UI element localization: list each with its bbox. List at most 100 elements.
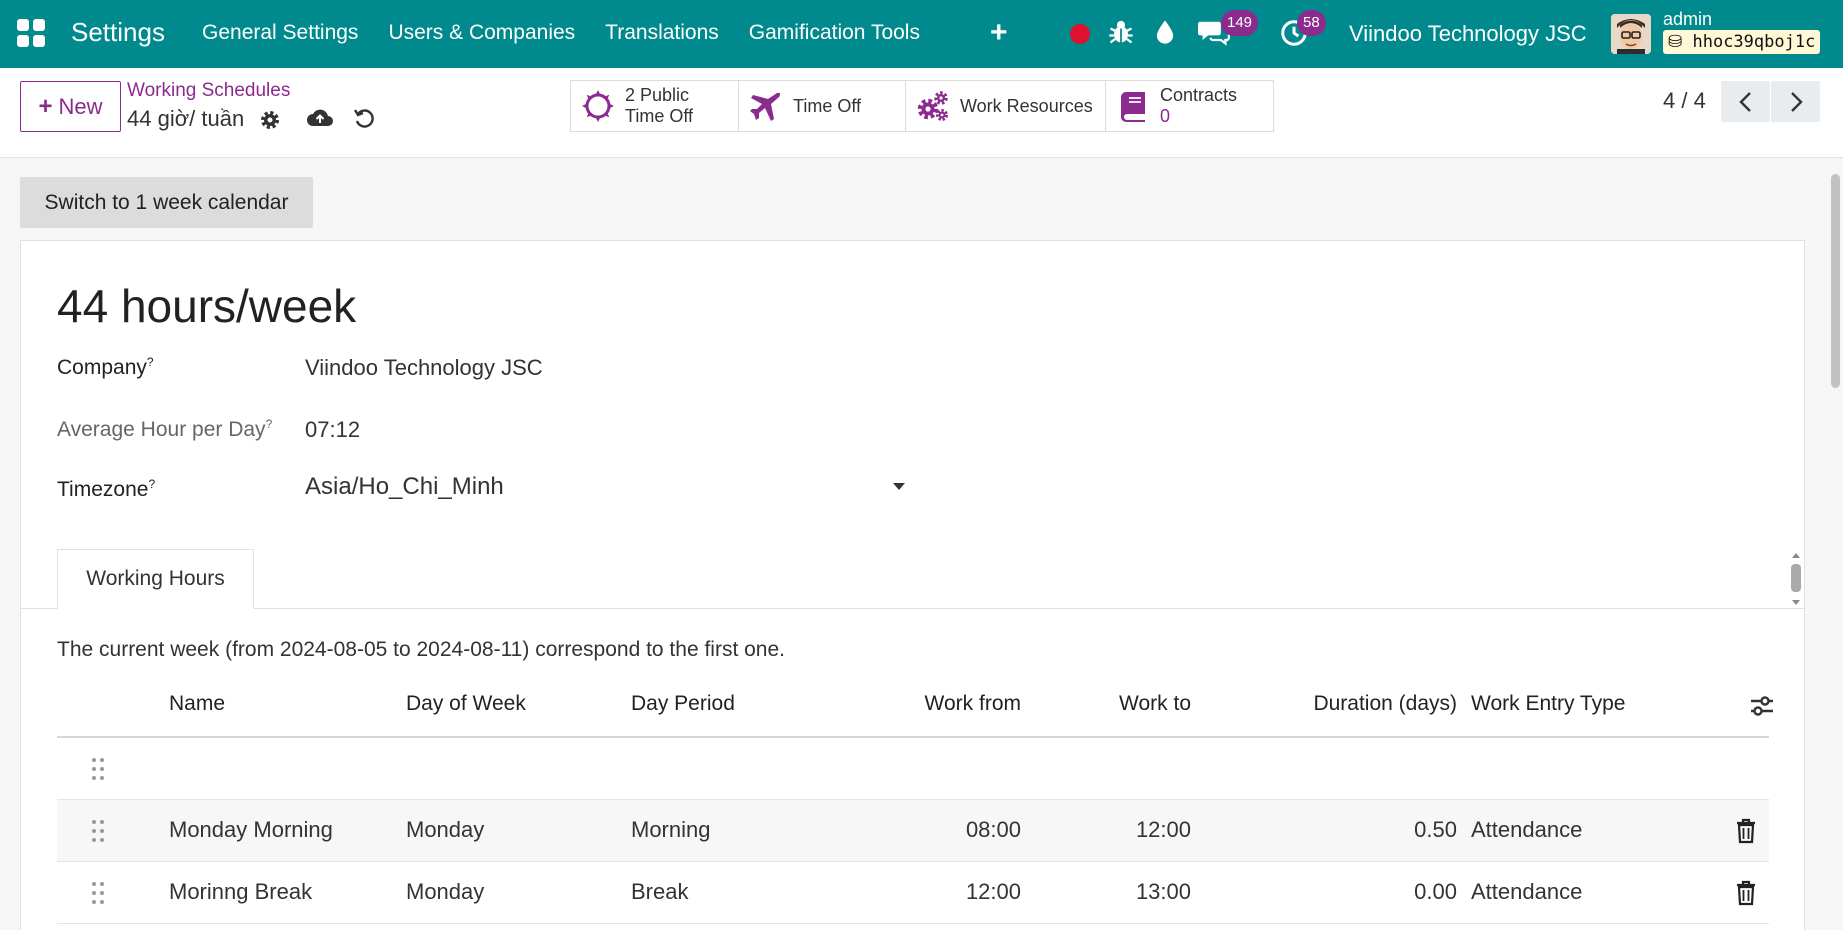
app-title[interactable]: Settings bbox=[71, 17, 165, 48]
add-menu-icon[interactable]: + bbox=[990, 16, 1008, 50]
company-label: Company? bbox=[57, 355, 154, 380]
form-sheet: 44 hours/week Company? Viindoo Technolog… bbox=[20, 240, 1805, 930]
pager-next-button[interactable] bbox=[1771, 81, 1820, 122]
trash-icon[interactable] bbox=[1735, 880, 1757, 906]
record-name: 44 giờ/ tuần bbox=[127, 106, 245, 131]
drop-icon[interactable] bbox=[1151, 18, 1179, 46]
switch-week-calendar-button[interactable]: Switch to 1 week calendar bbox=[20, 177, 313, 228]
menu-gamification-tools[interactable]: Gamification Tools bbox=[749, 21, 920, 45]
tab-scrollbar[interactable] bbox=[1789, 551, 1803, 607]
bug-icon[interactable] bbox=[1107, 18, 1135, 46]
apps-grid-icon[interactable] bbox=[17, 19, 45, 47]
contracts-label: Contracts bbox=[1160, 85, 1238, 105]
plus-icon: + bbox=[38, 92, 53, 120]
header-duration[interactable]: Duration (days) bbox=[1257, 692, 1457, 716]
help-tooltip-icon[interactable]: ? bbox=[148, 477, 155, 491]
database-icon: ⛁ bbox=[1668, 32, 1693, 52]
cell-day-of-week[interactable]: Monday bbox=[406, 879, 484, 905]
new-button-label: New bbox=[58, 93, 103, 119]
page-scrollbar-thumb[interactable] bbox=[1831, 174, 1840, 388]
cell-day-period[interactable]: Break bbox=[631, 879, 688, 905]
cell-day-period[interactable]: Morning bbox=[631, 817, 710, 843]
public-time-off-line1: 2 Public bbox=[625, 85, 690, 105]
header-day-period[interactable]: Day Period bbox=[631, 692, 735, 716]
database-name: hhoc39qboj1c bbox=[1692, 32, 1816, 52]
timezone-label-text: Timezone bbox=[57, 478, 149, 501]
cloud-upload-icon[interactable] bbox=[306, 104, 334, 132]
table-row[interactable]: Monday Morning Monday Morning 08:00 12:0… bbox=[57, 800, 1769, 862]
new-button[interactable]: + New bbox=[20, 81, 121, 132]
work-resources-button[interactable]: Work Resources bbox=[906, 81, 1106, 131]
control-panel: + New Working Schedules 44 giờ/ tuần 2 Pu… bbox=[0, 68, 1843, 158]
contracts-count: 0 bbox=[1160, 106, 1171, 126]
average-hour-label-text: Average Hour per Day bbox=[57, 418, 266, 441]
book-icon bbox=[1121, 92, 1145, 122]
help-tooltip-icon[interactable]: ? bbox=[266, 417, 273, 431]
discard-undo-icon[interactable] bbox=[352, 106, 376, 130]
time-off-label: Time Off bbox=[793, 95, 862, 116]
drag-handle-icon[interactable] bbox=[91, 819, 105, 843]
user-avatar[interactable] bbox=[1611, 14, 1651, 54]
caret-down-icon bbox=[893, 483, 905, 490]
user-name[interactable]: admin bbox=[1663, 9, 1712, 30]
gears-icon bbox=[917, 91, 948, 121]
tabs-border bbox=[21, 608, 1804, 609]
recording-dot-icon[interactable] bbox=[1070, 24, 1090, 44]
header-name[interactable]: Name bbox=[169, 692, 225, 716]
column-settings-icon[interactable] bbox=[1749, 693, 1775, 719]
working-hours-table: Name Day of Week Day Period Work from Wo… bbox=[57, 678, 1773, 924]
timezone-value: Asia/Ho_Chi_Minh bbox=[305, 473, 504, 500]
smart-buttons: 2 Public Time Off Time Off Work Resources bbox=[570, 80, 1274, 132]
table-header: Name Day of Week Day Period Work from Wo… bbox=[57, 678, 1773, 738]
activities-badge: 58 bbox=[1297, 10, 1326, 36]
header-work-to[interactable]: Work to bbox=[991, 692, 1191, 716]
public-time-off-line2: Time Off bbox=[625, 106, 694, 126]
menu-general-settings[interactable]: General Settings bbox=[202, 21, 358, 45]
company-switcher[interactable]: Viindoo Technology JSC bbox=[1349, 21, 1587, 47]
drag-handle-icon[interactable] bbox=[91, 757, 105, 781]
header-work-entry-type[interactable]: Work Entry Type bbox=[1471, 692, 1625, 716]
cell-name[interactable]: Morinng Break bbox=[169, 879, 312, 905]
company-field[interactable]: Viindoo Technology JSC bbox=[305, 355, 543, 381]
main-menu: General Settings Users & Companies Trans… bbox=[202, 21, 950, 45]
timezone-label: Timezone? bbox=[57, 477, 155, 502]
work-resources-label: Work Resources bbox=[960, 95, 1093, 116]
menu-users-companies[interactable]: Users & Companies bbox=[388, 21, 575, 45]
header-day-of-week[interactable]: Day of Week bbox=[406, 692, 526, 716]
avatar-face-icon bbox=[1611, 14, 1651, 54]
table-row[interactable]: Morinng Break Monday Break 12:00 13:00 0… bbox=[57, 862, 1769, 924]
schedule-title[interactable]: 44 hours/week bbox=[57, 279, 356, 333]
top-navbar: Settings General Settings Users & Compan… bbox=[0, 0, 1843, 68]
chevron-left-icon bbox=[1738, 91, 1751, 112]
cell-work-to[interactable]: 12:00 bbox=[991, 817, 1191, 843]
pager-previous-button[interactable] bbox=[1721, 81, 1770, 122]
cell-day-of-week[interactable]: Monday bbox=[406, 817, 484, 843]
public-time-off-button[interactable]: 2 Public Time Off bbox=[571, 81, 739, 131]
tab-working-hours[interactable]: Working Hours bbox=[57, 549, 254, 609]
time-off-button[interactable]: Time Off bbox=[739, 81, 906, 131]
breadcrumb-working-schedules[interactable]: Working Schedules bbox=[127, 80, 290, 102]
company-label-text: Company bbox=[57, 356, 147, 379]
plane-icon bbox=[750, 92, 781, 121]
cell-work-to[interactable]: 13:00 bbox=[991, 879, 1191, 905]
week-note: The current week (from 2024-08-05 to 202… bbox=[57, 638, 785, 661]
database-tag: ⛁ hhoc39qboj1c bbox=[1663, 30, 1821, 54]
cell-work-entry-type[interactable]: Attendance bbox=[1471, 817, 1582, 843]
drag-handle-icon[interactable] bbox=[91, 881, 105, 905]
trash-icon[interactable] bbox=[1735, 818, 1757, 844]
cell-duration[interactable]: 0.50 bbox=[1257, 817, 1457, 843]
gear-icon[interactable] bbox=[258, 108, 282, 132]
sun-icon bbox=[582, 90, 614, 122]
contracts-button[interactable]: Contracts 0 bbox=[1106, 81, 1273, 131]
chevron-right-icon bbox=[1790, 91, 1803, 112]
average-hour-label: Average Hour per Day? bbox=[57, 417, 272, 442]
timezone-select[interactable]: Asia/Ho_Chi_Minh bbox=[305, 473, 911, 509]
pager-value[interactable]: 4 / 4 bbox=[1663, 88, 1706, 114]
menu-translations[interactable]: Translations bbox=[605, 21, 719, 45]
cell-duration[interactable]: 0.00 bbox=[1257, 879, 1457, 905]
average-hour-value: 07:12 bbox=[305, 417, 361, 442]
cell-name[interactable]: Monday Morning bbox=[169, 817, 333, 843]
cell-work-entry-type[interactable]: Attendance bbox=[1471, 879, 1582, 905]
table-section-row[interactable] bbox=[57, 738, 1769, 800]
help-tooltip-icon[interactable]: ? bbox=[147, 355, 154, 369]
